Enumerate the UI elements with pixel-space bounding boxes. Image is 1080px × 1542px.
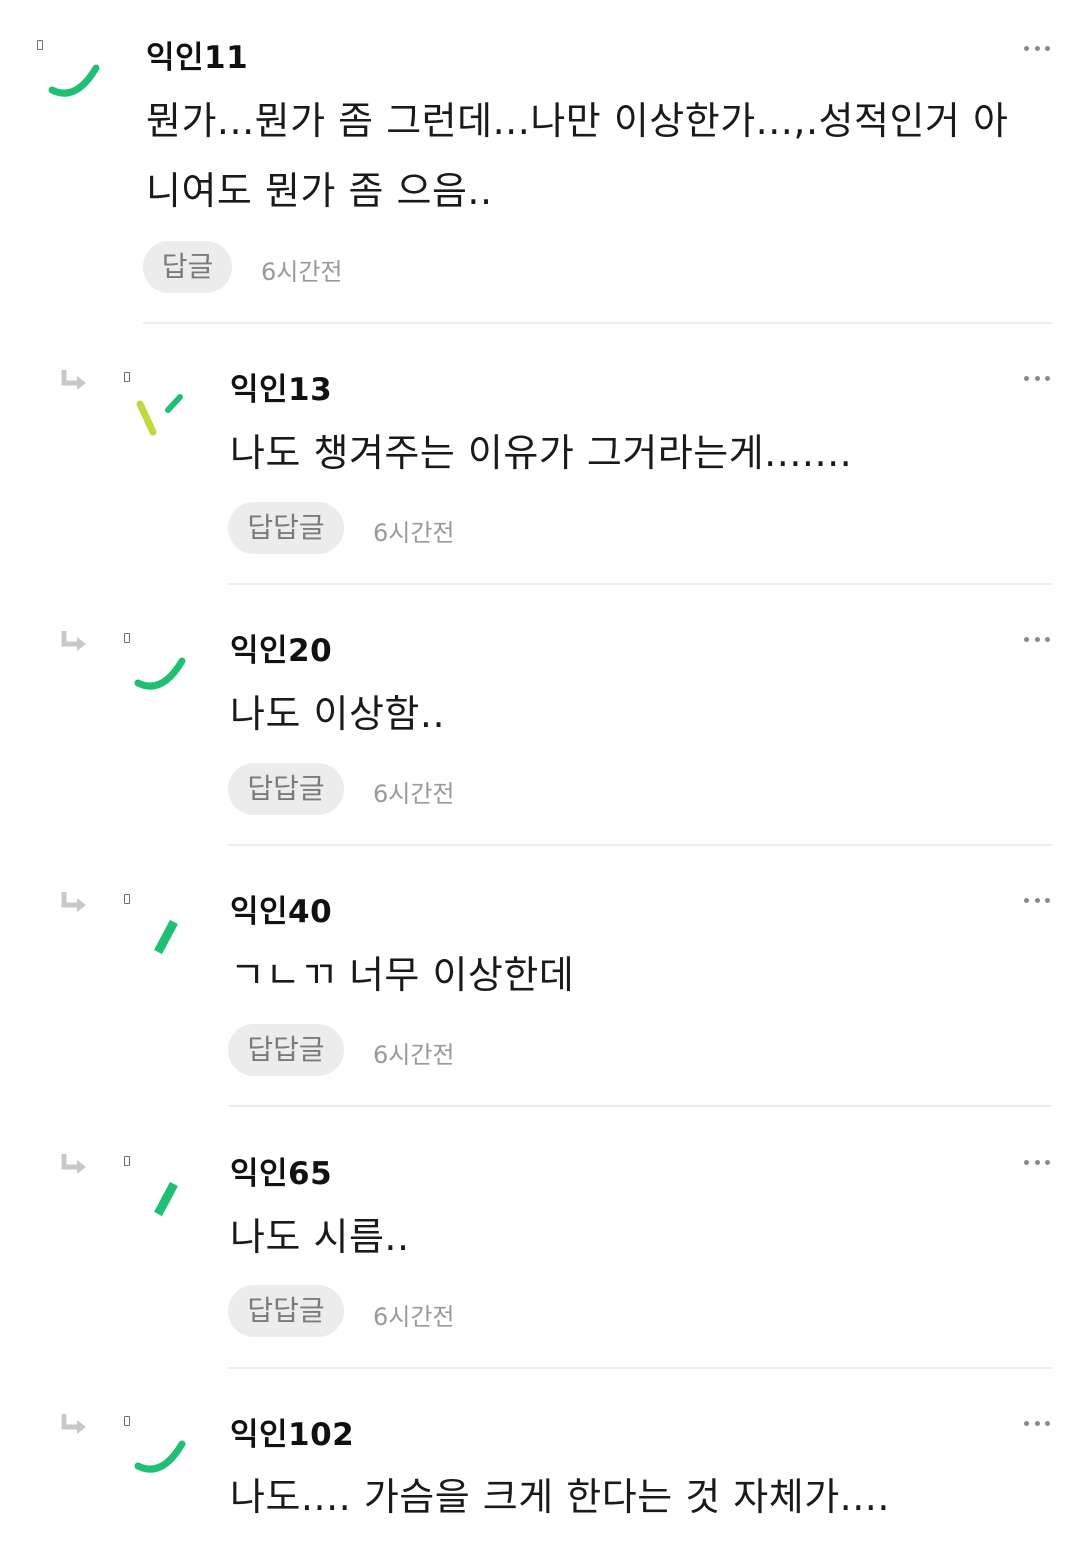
more-options-icon[interactable] <box>1024 1419 1050 1427</box>
green-dash-avatar-icon[interactable] <box>126 1166 196 1236</box>
comment-timestamp: 6시간전 <box>373 1041 455 1069</box>
comment-body-line: 뭔가...뭔가 좀 그런데...나만 이상한가...,.성적인거 아 <box>146 99 1009 143</box>
divider <box>228 1367 1052 1369</box>
reply-arrow-icon <box>60 1152 88 1176</box>
comment-timestamp: 6시간전 <box>373 1303 455 1331</box>
comment-body: ㄱㄴㄲ 너무 이상한데 <box>230 953 575 997</box>
comment-author[interactable]: 익인40 <box>230 886 332 931</box>
marker-icon <box>37 40 43 50</box>
reply-button[interactable]: 답글 <box>143 241 232 293</box>
more-options-icon[interactable] <box>1024 44 1050 52</box>
comment-timestamp: 6시간전 <box>373 780 455 808</box>
reply-arrow-icon <box>60 1412 88 1436</box>
more-options-icon[interactable] <box>1024 635 1050 643</box>
comment-body: 뭔가...뭔가 좀 그런데...나만 이상한가...,.성적인거 아 니여도 뭔… <box>146 86 1046 226</box>
marker-icon <box>124 372 130 382</box>
comment-author[interactable]: 익인65 <box>230 1148 332 1193</box>
more-options-icon[interactable] <box>1024 374 1050 382</box>
reply-arrow-icon <box>60 629 88 653</box>
divider <box>228 1105 1052 1107</box>
comment-author[interactable]: 익인20 <box>230 625 332 670</box>
more-options-icon[interactable] <box>1024 1158 1050 1166</box>
more-options-icon[interactable] <box>1024 896 1050 904</box>
reply-arrow-icon <box>60 368 88 392</box>
green-arc-avatar-icon[interactable] <box>40 50 110 120</box>
comment-timestamp: 6시간전 <box>261 258 343 286</box>
reply-button[interactable]: 답답글 <box>228 763 344 815</box>
comment-body-line: 니여도 뭔가 좀 으음.. <box>146 169 493 213</box>
comment-body: 나도.... 가슴을 크게 한다는 것 자체가.... <box>230 1475 890 1519</box>
comment-author[interactable]: 익인102 <box>230 1409 354 1454</box>
green-arc-avatar-icon[interactable] <box>126 643 196 713</box>
green-arc-avatar-icon[interactable] <box>126 1426 196 1496</box>
reply-button[interactable]: 답답글 <box>228 1285 344 1337</box>
divider <box>228 583 1052 585</box>
divider <box>228 844 1052 846</box>
lime-check-avatar-icon[interactable] <box>126 382 196 452</box>
marker-icon <box>124 1156 130 1166</box>
comment-body: 나도 이상함.. <box>230 692 446 736</box>
green-dash-avatar-icon[interactable] <box>126 904 196 974</box>
marker-icon <box>124 1416 130 1426</box>
comment-body: 나도 챙겨주는 이유가 그거라는게....... <box>230 431 853 475</box>
comment-timestamp: 6시간전 <box>373 519 455 547</box>
reply-button[interactable]: 답답글 <box>228 1024 344 1076</box>
divider <box>143 322 1052 324</box>
reply-button[interactable]: 답답글 <box>228 502 344 554</box>
comment-author[interactable]: 익인11 <box>146 32 248 77</box>
marker-icon <box>124 633 130 643</box>
comment-body: 나도 시름.. <box>230 1215 410 1259</box>
reply-arrow-icon <box>60 890 88 914</box>
marker-icon <box>124 894 130 904</box>
comment-author[interactable]: 익인13 <box>230 364 332 409</box>
